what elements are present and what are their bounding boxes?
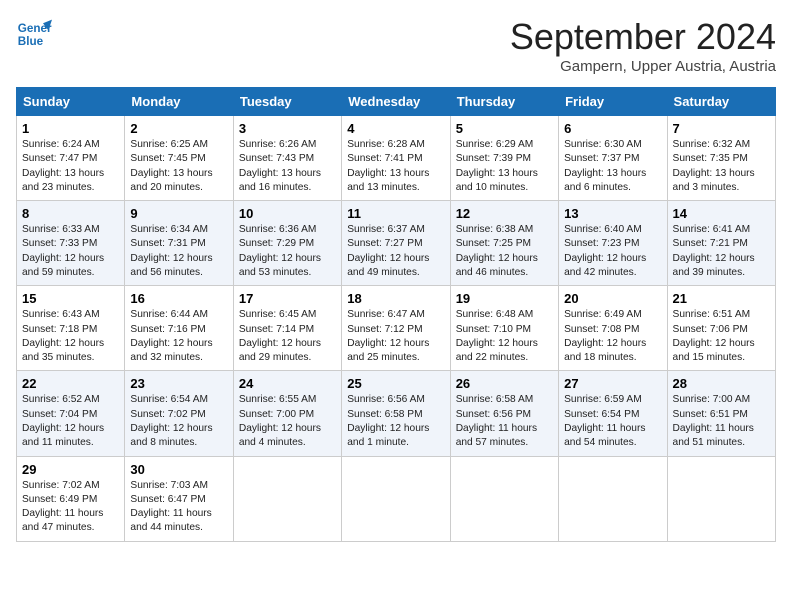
svg-text:Blue: Blue [18,35,44,48]
calendar-day-24: 24Sunrise: 6:55 AMSunset: 7:00 PMDayligh… [233,371,341,456]
calendar-day-3: 3Sunrise: 6:26 AMSunset: 7:43 PMDaylight… [233,116,341,201]
calendar-day-25: 25Sunrise: 6:56 AMSunset: 6:58 PMDayligh… [342,371,450,456]
calendar-day-22: 22Sunrise: 6:52 AMSunset: 7:04 PMDayligh… [17,371,125,456]
calendar-day-9: 9Sunrise: 6:34 AMSunset: 7:31 PMDaylight… [125,201,233,286]
month-title: September 2024 [510,16,776,58]
calendar-week-1: 1Sunrise: 6:24 AMSunset: 7:47 PMDaylight… [17,116,776,201]
calendar-empty-cell [233,456,341,541]
page-header: General Blue September 2024 Gampern, Upp… [16,16,776,75]
logo-icon: General Blue [16,16,52,52]
col-header-thursday: Thursday [450,88,558,116]
calendar-header-row: SundayMondayTuesdayWednesdayThursdayFrid… [17,88,776,116]
calendar-week-5: 29Sunrise: 7:02 AMSunset: 6:49 PMDayligh… [17,456,776,541]
calendar-day-29: 29Sunrise: 7:02 AMSunset: 6:49 PMDayligh… [17,456,125,541]
calendar-day-12: 12Sunrise: 6:38 AMSunset: 7:25 PMDayligh… [450,201,558,286]
col-header-tuesday: Tuesday [233,88,341,116]
calendar-day-5: 5Sunrise: 6:29 AMSunset: 7:39 PMDaylight… [450,116,558,201]
calendar-day-26: 26Sunrise: 6:58 AMSunset: 6:56 PMDayligh… [450,371,558,456]
calendar-day-28: 28Sunrise: 7:00 AMSunset: 6:51 PMDayligh… [667,371,775,456]
calendar-day-21: 21Sunrise: 6:51 AMSunset: 7:06 PMDayligh… [667,286,775,371]
calendar-day-7: 7Sunrise: 6:32 AMSunset: 7:35 PMDaylight… [667,116,775,201]
calendar-day-17: 17Sunrise: 6:45 AMSunset: 7:14 PMDayligh… [233,286,341,371]
calendar-week-2: 8Sunrise: 6:33 AMSunset: 7:33 PMDaylight… [17,201,776,286]
calendar-day-13: 13Sunrise: 6:40 AMSunset: 7:23 PMDayligh… [559,201,667,286]
col-header-wednesday: Wednesday [342,88,450,116]
calendar-day-6: 6Sunrise: 6:30 AMSunset: 7:37 PMDaylight… [559,116,667,201]
col-header-sunday: Sunday [17,88,125,116]
calendar-day-1: 1Sunrise: 6:24 AMSunset: 7:47 PMDaylight… [17,116,125,201]
calendar-day-30: 30Sunrise: 7:03 AMSunset: 6:47 PMDayligh… [125,456,233,541]
calendar-empty-cell [342,456,450,541]
calendar-day-8: 8Sunrise: 6:33 AMSunset: 7:33 PMDaylight… [17,201,125,286]
calendar-day-16: 16Sunrise: 6:44 AMSunset: 7:16 PMDayligh… [125,286,233,371]
col-header-friday: Friday [559,88,667,116]
calendar-empty-cell [667,456,775,541]
location-subtitle: Gampern, Upper Austria, Austria [510,58,776,75]
calendar-day-20: 20Sunrise: 6:49 AMSunset: 7:08 PMDayligh… [559,286,667,371]
calendar-week-3: 15Sunrise: 6:43 AMSunset: 7:18 PMDayligh… [17,286,776,371]
calendar-day-11: 11Sunrise: 6:37 AMSunset: 7:27 PMDayligh… [342,201,450,286]
calendar-day-14: 14Sunrise: 6:41 AMSunset: 7:21 PMDayligh… [667,201,775,286]
col-header-monday: Monday [125,88,233,116]
col-header-saturday: Saturday [667,88,775,116]
calendar-day-10: 10Sunrise: 6:36 AMSunset: 7:29 PMDayligh… [233,201,341,286]
calendar-day-18: 18Sunrise: 6:47 AMSunset: 7:12 PMDayligh… [342,286,450,371]
calendar-day-2: 2Sunrise: 6:25 AMSunset: 7:45 PMDaylight… [125,116,233,201]
title-block: September 2024 Gampern, Upper Austria, A… [510,16,776,75]
calendar-day-15: 15Sunrise: 6:43 AMSunset: 7:18 PMDayligh… [17,286,125,371]
calendar-day-23: 23Sunrise: 6:54 AMSunset: 7:02 PMDayligh… [125,371,233,456]
calendar-table: SundayMondayTuesdayWednesdayThursdayFrid… [16,87,776,542]
logo: General Blue [16,16,56,52]
calendar-day-27: 27Sunrise: 6:59 AMSunset: 6:54 PMDayligh… [559,371,667,456]
calendar-week-4: 22Sunrise: 6:52 AMSunset: 7:04 PMDayligh… [17,371,776,456]
calendar-day-4: 4Sunrise: 6:28 AMSunset: 7:41 PMDaylight… [342,116,450,201]
calendar-empty-cell [450,456,558,541]
calendar-empty-cell [559,456,667,541]
calendar-day-19: 19Sunrise: 6:48 AMSunset: 7:10 PMDayligh… [450,286,558,371]
